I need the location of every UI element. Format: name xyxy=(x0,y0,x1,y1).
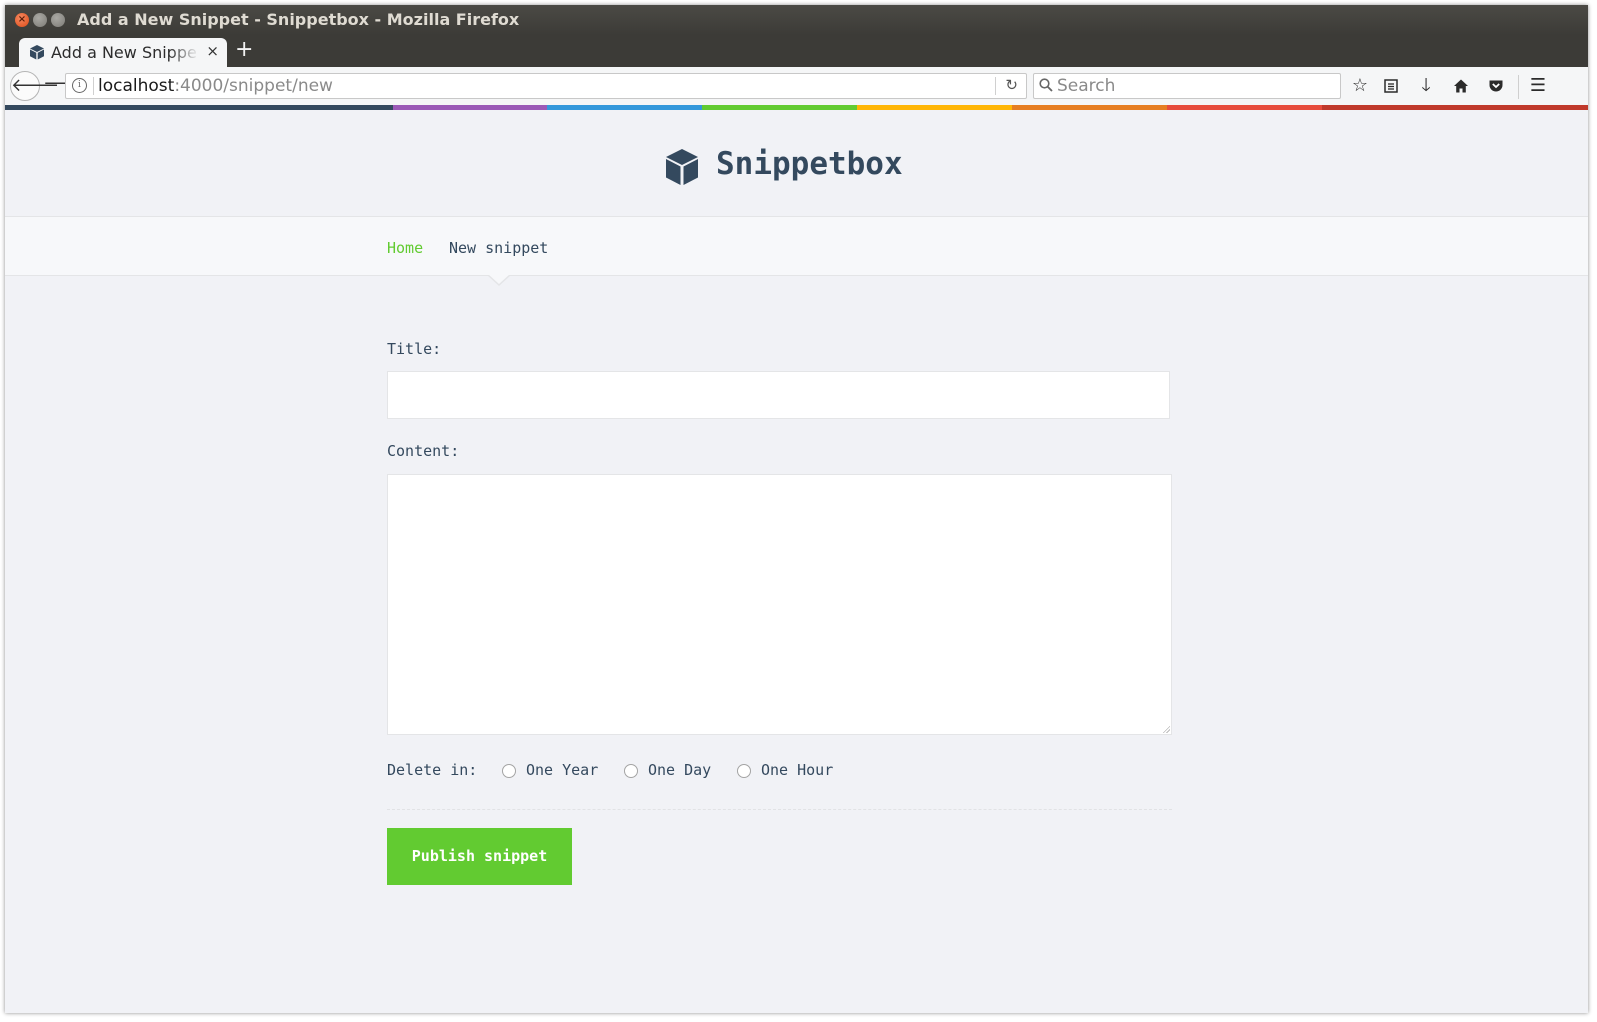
bookmark-star-icon[interactable]: ☆ xyxy=(1347,73,1373,99)
window-close-button[interactable]: × xyxy=(15,13,29,27)
cube-logo-icon xyxy=(666,149,698,185)
form-divider xyxy=(387,809,1172,810)
new-tab-button[interactable]: + xyxy=(235,37,253,62)
brand-name[interactable]: Snippetbox xyxy=(716,146,903,182)
tab-close-icon[interactable]: × xyxy=(206,42,219,60)
page-content: Snippetbox Home New snippet Title: Conte… xyxy=(5,110,1588,1013)
home-icon xyxy=(1454,79,1468,93)
content-textarea[interactable] xyxy=(387,474,1172,735)
pocket-button[interactable] xyxy=(1483,73,1509,99)
navigation-toolbar: 🡐 🡒 i localhost:4000/snippet/new ↻ Searc… xyxy=(5,67,1588,106)
cube-icon xyxy=(30,45,44,60)
reload-icon[interactable]: ↻ xyxy=(1005,76,1018,94)
bookmarks-list-button[interactable] xyxy=(1378,73,1404,99)
publish-snippet-button[interactable]: Publish snippet xyxy=(387,828,572,885)
pocket-icon xyxy=(1489,80,1503,92)
info-icon[interactable]: i xyxy=(72,78,87,93)
window-maximize-button[interactable] xyxy=(51,13,65,27)
expires-one-year-label[interactable]: One Year xyxy=(526,761,598,779)
resize-handle[interactable] xyxy=(1162,725,1170,733)
nav-home-link[interactable]: Home xyxy=(387,239,423,257)
search-icon xyxy=(1039,78,1053,92)
home-button[interactable] xyxy=(1448,73,1474,99)
search-bar[interactable]: Search xyxy=(1033,73,1341,99)
expires-one-year-radio[interactable] xyxy=(502,764,516,778)
title-bar: × Add a New Snippet - Snippetbox - Mozil… xyxy=(5,5,1588,35)
site-nav: Home New snippet xyxy=(5,217,1588,276)
delete-in-label: Delete in: xyxy=(387,761,478,779)
expires-one-hour-radio[interactable] xyxy=(737,764,751,778)
download-icon[interactable]: 🡓 xyxy=(1413,73,1439,99)
window-title: Add a New Snippet - Snippetbox - Mozilla… xyxy=(77,10,520,29)
site-header: Snippetbox xyxy=(5,110,1588,217)
expires-one-day-radio[interactable] xyxy=(624,764,638,778)
back-button[interactable]: 🡐 xyxy=(10,71,59,101)
expires-one-hour-label[interactable]: One Hour xyxy=(761,761,833,779)
browser-window: × Add a New Snippet - Snippetbox - Mozil… xyxy=(5,5,1588,1013)
content-label: Content: xyxy=(387,442,460,460)
url-bar[interactable]: i localhost:4000/snippet/new ↻ xyxy=(65,73,1027,99)
window-minimize-button[interactable] xyxy=(33,13,47,27)
expires-one-day-label[interactable]: One Day xyxy=(648,761,711,779)
title-label: Title: xyxy=(387,340,442,358)
active-nav-indicator xyxy=(488,274,510,284)
nav-new-snippet-link[interactable]: New snippet xyxy=(449,239,548,257)
bookmarks-list-icon xyxy=(1384,79,1398,93)
title-input[interactable] xyxy=(387,371,1170,419)
url-text: localhost:4000/snippet/new xyxy=(98,76,333,96)
search-placeholder: Search xyxy=(1057,76,1116,96)
browser-tab[interactable]: Add a New Snippet × xyxy=(19,38,227,67)
menu-icon[interactable]: ☰ xyxy=(1525,73,1551,99)
tab-strip: Add a New Snippet × + xyxy=(5,35,1588,67)
